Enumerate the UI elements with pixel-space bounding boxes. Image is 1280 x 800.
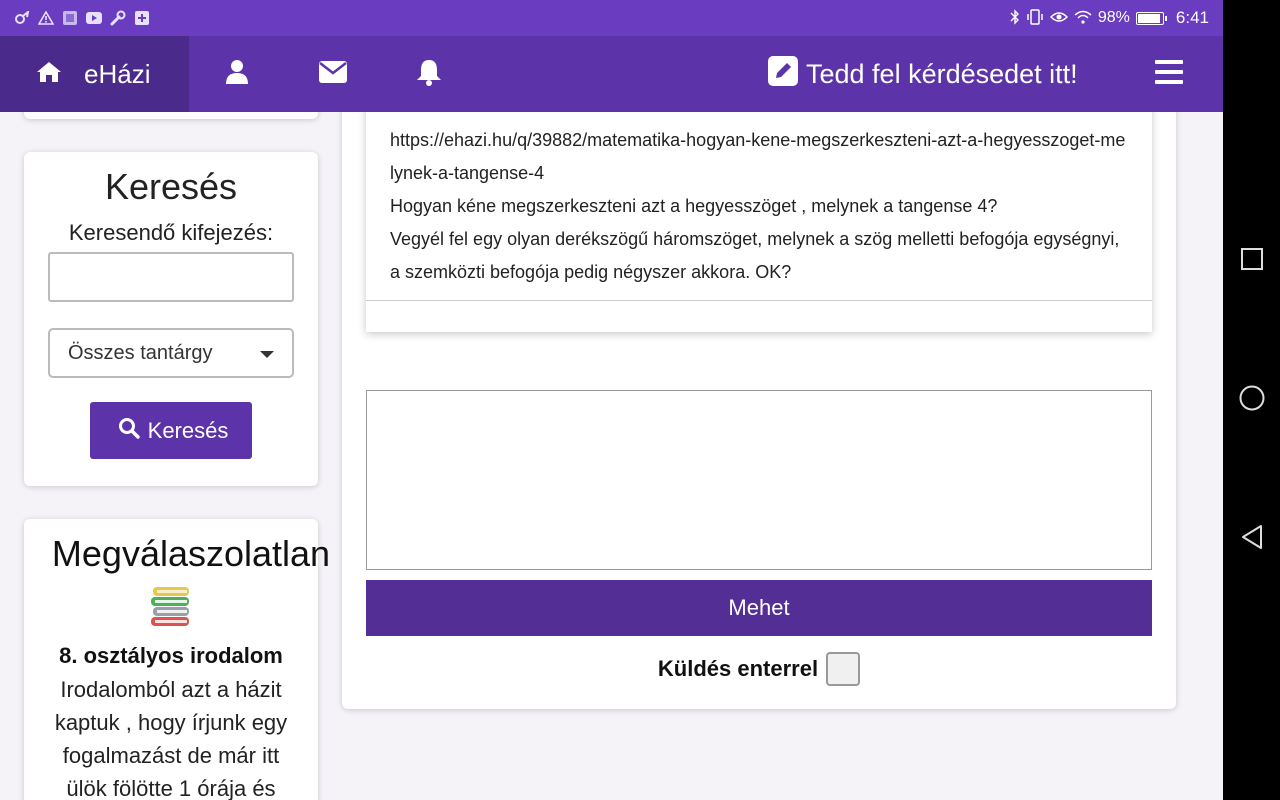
answer-source-url[interactable]: https://ehazi.hu/q/39882/matematika-hogy… [390,112,1128,190]
search-title: Keresés [104,166,238,207]
wrench-icon [110,10,126,26]
nav-profile-button[interactable] [189,36,285,112]
unanswered-subject-link[interactable]: 8. osztályos irodalom [24,643,318,669]
user-icon [226,59,248,89]
search-input[interactable] [48,252,294,302]
squirrel-icon [14,11,30,25]
ask-question-label: Tedd fel kérdésedet itt! [806,58,1078,89]
reply-textarea[interactable] [366,390,1152,570]
square-icon [1241,247,1263,275]
subject-select[interactable]: Összes tantárgy [48,328,294,378]
search-button[interactable]: Keresés [89,402,253,459]
back-triangle-icon [1241,524,1263,555]
chevron-down-icon [260,351,274,358]
battery-icon [1135,11,1167,25]
page-content[interactable]: Keresés Keresendő kifejezés: Összes tant… [0,112,1223,800]
bluetooth-icon [1010,8,1020,28]
eye-icon [1049,10,1068,27]
nav-notifications-button[interactable] [381,36,477,112]
sidebar-card-previous [24,112,318,119]
send-with-enter-checkbox[interactable] [826,652,861,686]
edit-icon [768,55,798,93]
answer-quoted-question: Hogyan kéne megszerkeszteni azt a hegyes… [390,196,998,216]
ask-question-link[interactable]: Tedd fel kérdésedet itt! [768,36,1078,112]
bell-icon [416,58,442,91]
top-navbar: eHázi Tedd fel kérdésedet itt! [0,36,1223,112]
home-icon [36,59,62,90]
wifi-icon [1074,10,1092,27]
unanswered-title: Megválaszolatlan [51,533,331,574]
submit-reply-button[interactable]: Mehet [366,580,1152,636]
books-icon [149,585,193,637]
battery-fill [1137,13,1161,23]
home-system-button[interactable] [1237,385,1267,415]
circle-icon [1239,385,1265,416]
send-with-enter-row: Küldés enterrel [342,652,1176,686]
answer-divider [366,300,1152,301]
brand-name: eHázi [84,58,151,89]
unanswered-card: Megválaszolatlan 8. osztályos irodalom I… [24,519,330,800]
status-bar: 98% 6:41 [0,0,1223,36]
status-system-icons: 98% 6:41 [1010,8,1209,28]
unanswered-question-text: Irodalomból azt a házit kaptuk , hogy ír… [54,677,288,800]
battery-percent: 98% [1097,9,1130,26]
search-icon [118,417,140,445]
hamburger-menu-button[interactable] [1152,36,1186,112]
back-button[interactable] [1237,524,1267,554]
recent-apps-button[interactable] [1237,246,1267,276]
status-notification-icons [14,10,150,26]
hamburger-menu-icon [1155,59,1183,89]
answer-reply-text: Vegyél fel egy olyan derékszögű háromszö… [390,229,1120,282]
warning-icon [38,11,54,25]
app-icon [62,11,78,25]
vibrate-icon [1026,8,1044,28]
search-label: Keresendő kifejezés: [68,220,274,245]
answer-box: https://ehazi.hu/q/39882/matematika-hogy… [366,112,1152,332]
search-card: Keresés Keresendő kifejezés: Összes tant… [24,152,318,486]
youtube-icon [86,11,102,25]
status-time: 6:41 [1175,8,1209,27]
subject-select-value: Összes tantárgy [68,342,213,364]
nav-messages-button[interactable] [285,36,381,112]
search-button-label: Keresés [147,417,229,443]
envelope-icon [319,60,347,88]
android-nav-bar [1223,0,1280,800]
question-detail-card: https://ehazi.hu/q/39882/matematika-hogy… [342,112,1176,709]
nav-home-link[interactable]: eHázi [0,36,189,112]
plus-box-icon [134,11,150,25]
send-with-enter-label: Küldés enterrel [657,656,819,681]
